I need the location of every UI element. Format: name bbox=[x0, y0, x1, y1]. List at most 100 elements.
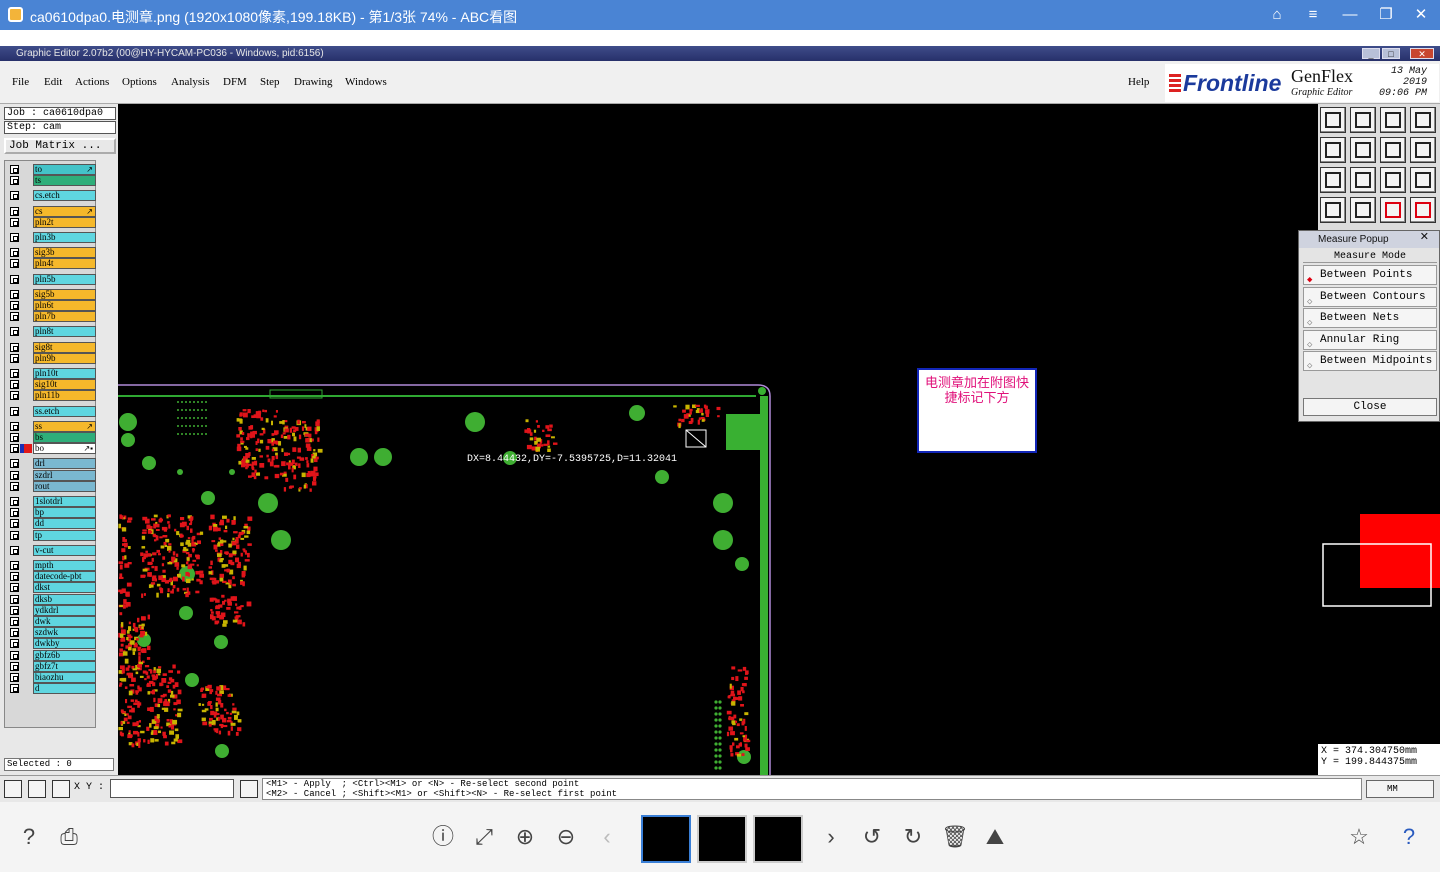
layer-label[interactable]: pln5b bbox=[33, 273, 96, 285]
layer-checkbox[interactable] bbox=[10, 380, 19, 390]
print-icon[interactable]: ⎙ bbox=[56, 824, 82, 850]
layer-checkbox[interactable] bbox=[10, 176, 19, 186]
loop-icon[interactable] bbox=[1380, 137, 1406, 163]
layer-row[interactable]: bo ↗▪ bbox=[7, 443, 97, 455]
layer-row[interactable]: cs.etch bbox=[7, 190, 97, 202]
minimize-icon[interactable]: — bbox=[1339, 5, 1361, 25]
menu-icon[interactable]: ≡ bbox=[1302, 5, 1324, 25]
layer-label[interactable]: pln7b bbox=[33, 311, 96, 323]
layer-row[interactable]: d bbox=[7, 683, 97, 695]
layer-checkbox[interactable] bbox=[10, 312, 19, 322]
layer-row[interactable]: drl bbox=[7, 458, 97, 470]
layer-checkbox[interactable] bbox=[10, 673, 19, 682]
layer-row[interactable]: rout bbox=[7, 480, 97, 492]
layer-label[interactable]: dkst bbox=[33, 582, 96, 594]
layer-label[interactable]: v-cut bbox=[33, 544, 96, 556]
favorite-icon[interactable]: ☆ bbox=[1346, 824, 1372, 850]
layer-checkbox[interactable] bbox=[10, 594, 19, 604]
fullscreen-icon[interactable]: ⤢ bbox=[471, 824, 497, 850]
layer-checkbox[interactable] bbox=[10, 583, 19, 593]
layer-row[interactable]: sig5b bbox=[7, 288, 97, 300]
layer-label[interactable]: sig3b bbox=[33, 247, 96, 259]
menu-analysis[interactable]: Analysis bbox=[171, 76, 210, 88]
measure-option[interactable]: ◇ Between Nets bbox=[1303, 308, 1437, 329]
layer-label[interactable]: bp bbox=[33, 507, 96, 519]
editor-minimize-icon[interactable]: _ bbox=[1362, 48, 1380, 59]
layer-label[interactable]: ss ↗ bbox=[33, 420, 96, 432]
center-icon[interactable] bbox=[1350, 167, 1376, 193]
zoom-out-icon[interactable]: ⊖ bbox=[553, 824, 579, 850]
measure-close-button[interactable]: Close bbox=[1303, 398, 1437, 416]
menu-windows[interactable]: Windows bbox=[345, 76, 387, 88]
measure-option[interactable]: ◇ Annular Ring bbox=[1303, 329, 1437, 350]
layer-label[interactable]: dd bbox=[33, 518, 96, 530]
layer-row[interactable]: dwk bbox=[7, 616, 97, 627]
prev-step-icon[interactable] bbox=[1320, 137, 1346, 163]
layer-row[interactable]: dwkby bbox=[7, 638, 97, 650]
layer-label[interactable]: pln3b bbox=[33, 232, 96, 243]
export-icon[interactable] bbox=[1320, 107, 1346, 133]
layer-row[interactable]: sig3b bbox=[7, 247, 97, 259]
layer-checkbox[interactable] bbox=[10, 508, 19, 518]
layer-label[interactable]: gbfz7t bbox=[33, 660, 96, 672]
ratio-icon[interactable] bbox=[1380, 167, 1406, 193]
layer-checkbox[interactable] bbox=[10, 561, 19, 570]
layer-row[interactable]: pln5b bbox=[7, 273, 97, 285]
layer-checkbox[interactable] bbox=[10, 342, 19, 352]
thumbnail-1[interactable] bbox=[641, 815, 691, 863]
layer-label[interactable]: ts bbox=[33, 175, 96, 187]
editor-close-icon[interactable]: ✕ bbox=[1410, 48, 1434, 59]
layer-label[interactable]: d bbox=[33, 683, 96, 695]
restore-icon[interactable]: ❐ bbox=[1375, 5, 1397, 25]
layer-a-icon[interactable] bbox=[1380, 197, 1406, 223]
layer-row[interactable]: datecode-pbt bbox=[7, 571, 97, 583]
layer-label[interactable]: dksb bbox=[33, 593, 96, 605]
layer-row[interactable]: bs bbox=[7, 432, 97, 443]
layer-checkbox[interactable] bbox=[10, 684, 19, 694]
menu-step[interactable]: Step bbox=[260, 76, 280, 88]
layer-checkbox[interactable] bbox=[10, 530, 19, 540]
layer-label[interactable]: pln6t bbox=[33, 300, 96, 311]
layer-row[interactable]: szdrl bbox=[7, 469, 97, 481]
help-icon[interactable]: ? bbox=[1396, 824, 1422, 850]
popup-close-icon[interactable]: ✕ bbox=[1420, 229, 1429, 246]
tool-icon[interactable] bbox=[1320, 197, 1346, 223]
layer-checkbox[interactable] bbox=[10, 421, 19, 431]
menu-file[interactable]: File bbox=[12, 76, 29, 88]
layer-checkbox[interactable] bbox=[10, 444, 19, 454]
layer-label[interactable]: datecode-pbt bbox=[33, 571, 96, 583]
layer-row[interactable]: pln6t bbox=[7, 300, 97, 311]
measure-option[interactable]: ◇ Between Midpoints bbox=[1303, 351, 1437, 372]
layer-checkbox[interactable] bbox=[10, 259, 19, 269]
layer-checkbox[interactable] bbox=[10, 274, 19, 284]
home-icon[interactable] bbox=[1380, 107, 1406, 133]
measure-option[interactable]: ◆ Between Points bbox=[1303, 265, 1437, 285]
layer-row[interactable]: pln3b bbox=[7, 232, 97, 243]
layer-label[interactable]: cs.etch bbox=[33, 190, 96, 202]
layer-row[interactable]: biaozhu bbox=[7, 672, 97, 683]
units-select[interactable]: MM bbox=[1366, 780, 1434, 798]
layer-label[interactable]: sig5b bbox=[33, 288, 96, 300]
menu-edit[interactable]: Edit bbox=[44, 76, 62, 88]
layer-label[interactable]: 1slotdrl bbox=[33, 496, 96, 507]
layer-checkbox[interactable] bbox=[10, 217, 19, 227]
layer-checkbox[interactable] bbox=[10, 459, 19, 469]
layer-row[interactable]: sig8t bbox=[7, 341, 97, 353]
layer-row[interactable]: tp bbox=[7, 529, 97, 541]
layer-row[interactable]: cs ↗ bbox=[7, 205, 97, 217]
snap-icon[interactable] bbox=[4, 780, 22, 798]
thumbnail-2[interactable] bbox=[697, 815, 747, 863]
menu-dfm[interactable]: DFM bbox=[223, 76, 247, 88]
layer-row[interactable]: gbfz6b bbox=[7, 649, 97, 661]
layer-checkbox[interactable] bbox=[10, 301, 19, 310]
info-icon[interactable]: ⓘ bbox=[430, 824, 456, 850]
layer-label[interactable]: cs ↗ bbox=[33, 205, 96, 217]
layer-row[interactable]: pln9b bbox=[7, 352, 97, 364]
fit-icon[interactable] bbox=[1320, 167, 1346, 193]
layer-checkbox[interactable] bbox=[10, 617, 19, 626]
layer-checkbox[interactable] bbox=[10, 519, 19, 529]
next-icon[interactable]: › bbox=[818, 824, 844, 850]
layer-row[interactable]: bp bbox=[7, 507, 97, 519]
layer-label[interactable]: ydkdrl bbox=[33, 604, 96, 616]
grid-view-icon[interactable] bbox=[1350, 197, 1376, 223]
